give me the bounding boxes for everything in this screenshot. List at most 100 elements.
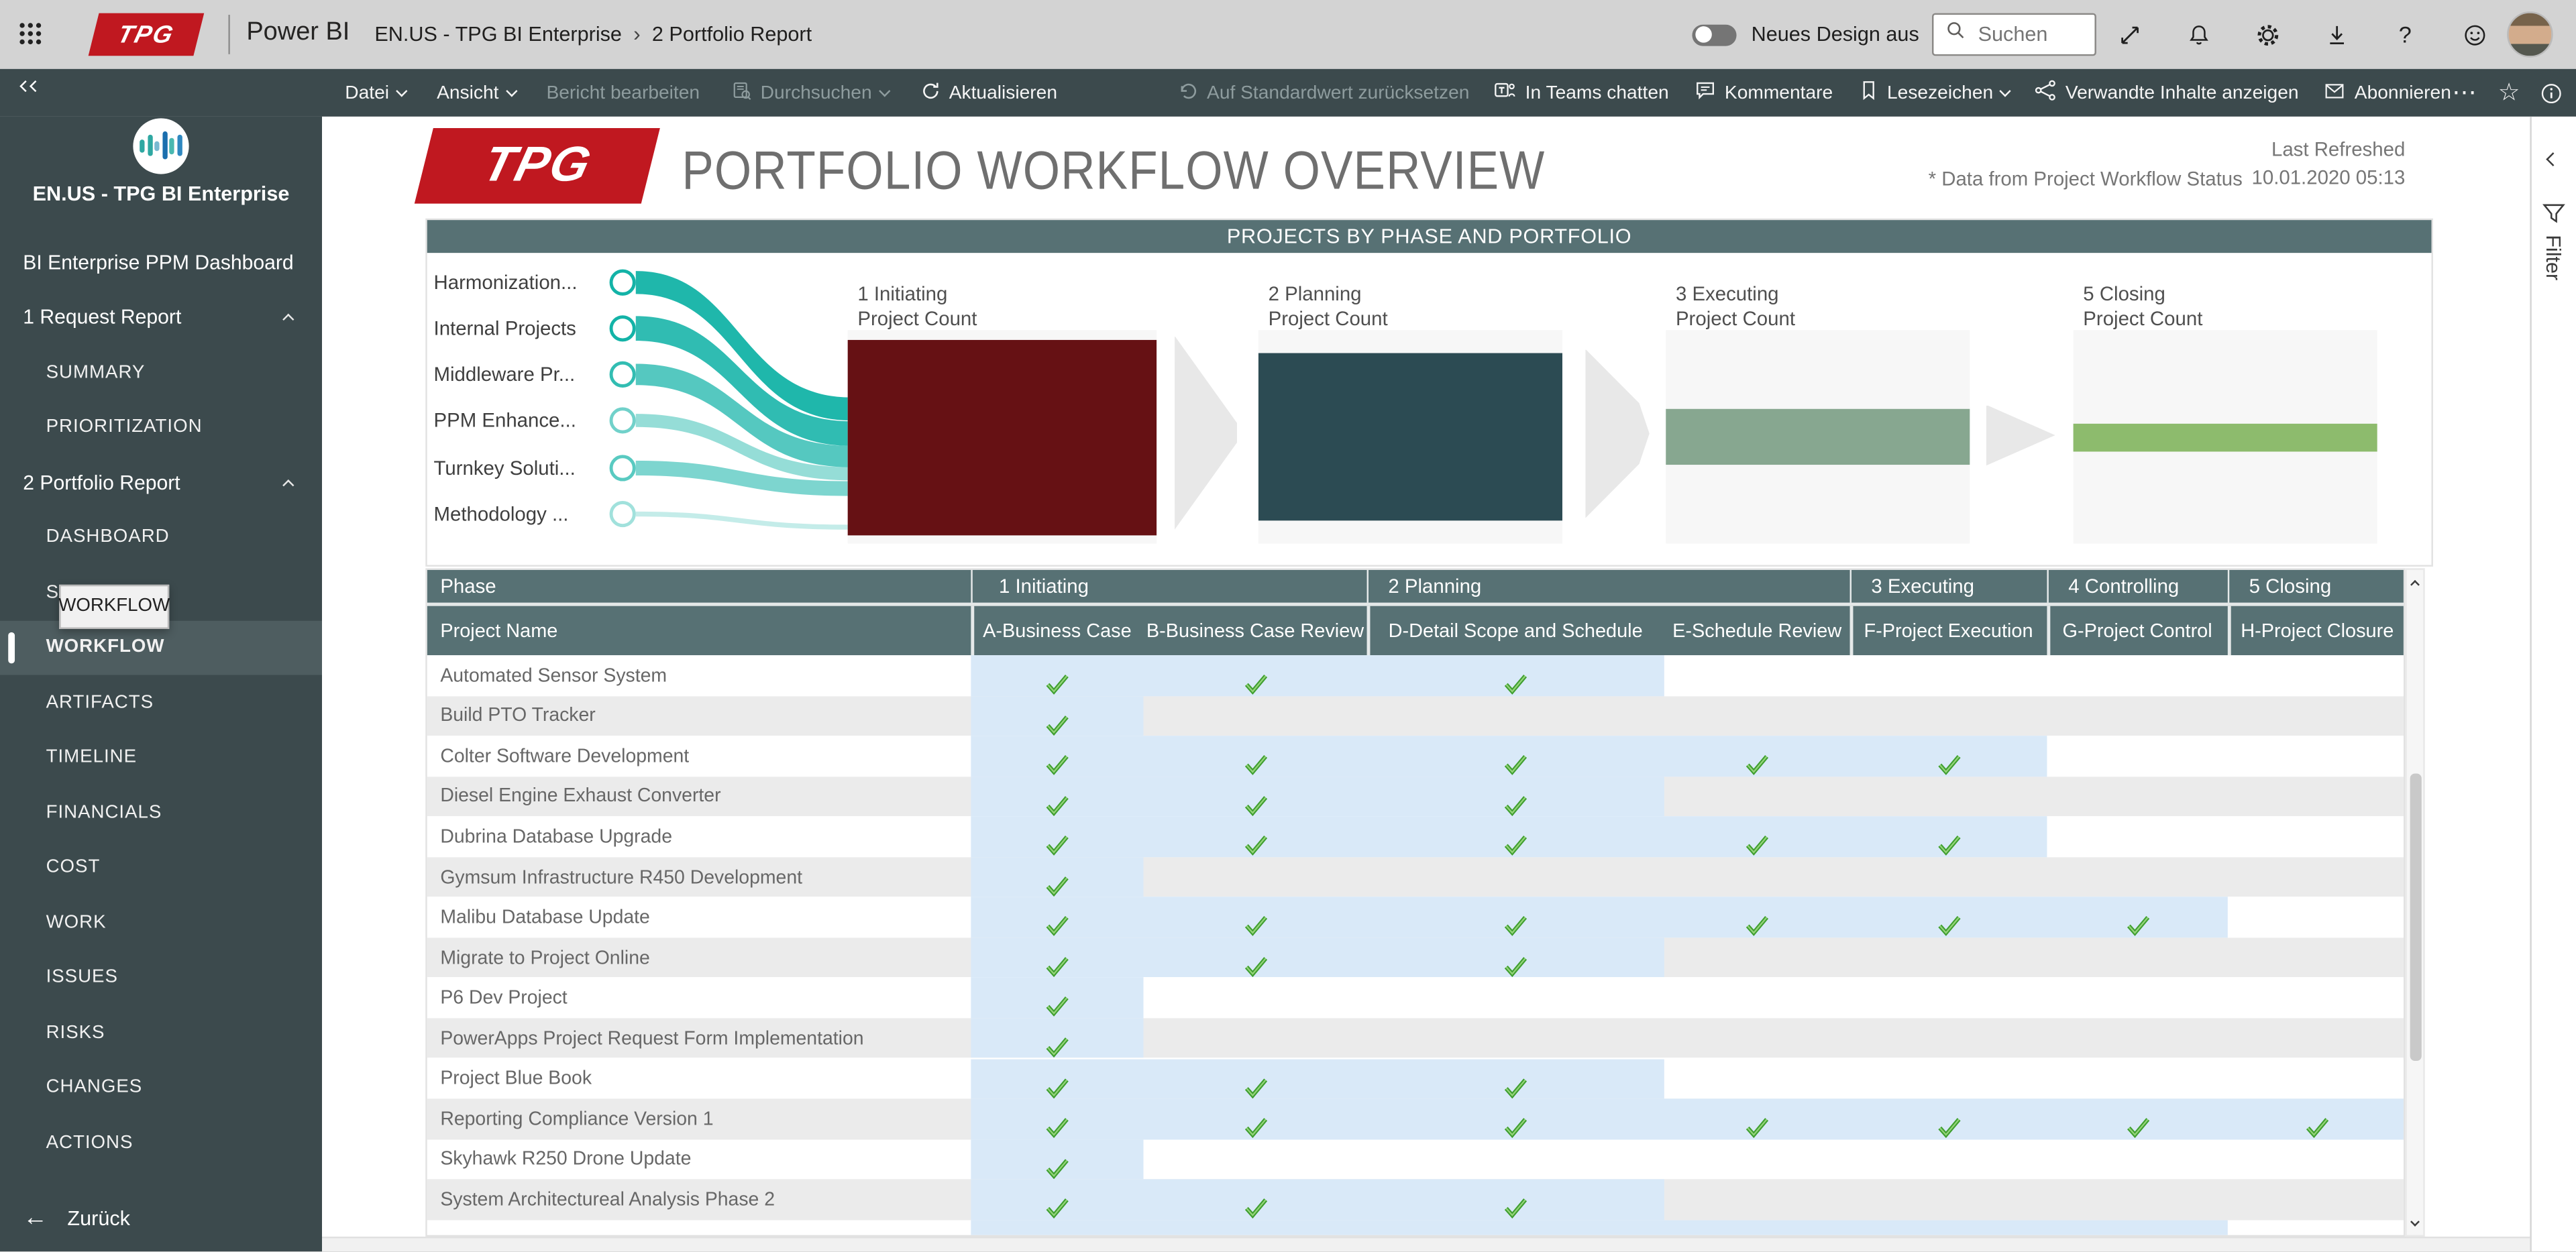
funnel-category-label[interactable]: Methodology ... xyxy=(434,500,618,526)
workspace-name[interactable]: EN.US - TPG BI Enterprise xyxy=(0,182,322,205)
tpg-brand-logo[interactable]: TPG xyxy=(88,13,205,56)
toolbar-subscribe-button[interactable]: Abonnieren xyxy=(2323,80,2451,106)
new-design-toggle[interactable] xyxy=(1692,23,1737,46)
feedback-icon[interactable] xyxy=(2461,21,2487,48)
project-name-cell[interactable]: System Architectureal Analysis Phase 2 xyxy=(440,1180,775,1220)
workflow-step-header[interactable]: B-Business Case Review xyxy=(1143,605,1366,655)
project-name-cell[interactable]: Build PTO Tracker xyxy=(440,695,595,736)
table-row[interactable]: Reporting Compliance Version 1 xyxy=(427,1098,2404,1139)
sidebar-item-workflow[interactable]: WORKFLOW xyxy=(0,620,323,675)
sidebar-item-2-portfolio-report[interactable]: 2 Portfolio Report xyxy=(0,455,322,510)
toolbar-comments-button[interactable]: Kommentare xyxy=(1693,79,1833,107)
toolbar-bookmarks-button[interactable]: Lesezeichen xyxy=(1858,79,2012,107)
toolbar-file-button[interactable]: Datei xyxy=(345,83,408,103)
toolbar-related-content-button[interactable]: Verwandte Inhalte anzeigen xyxy=(2034,79,2299,107)
sidebar-item-prioritization[interactable]: PRIORITIZATION xyxy=(0,400,322,455)
download-icon[interactable] xyxy=(2323,21,2349,48)
sidebar-item-issues[interactable]: ISSUES xyxy=(0,950,322,1005)
matrix-scrollbar[interactable] xyxy=(2405,568,2425,1237)
toolbar-teams-chat-button[interactable]: In Teams chatten xyxy=(1494,79,1669,107)
table-row[interactable]: Diesel Engine Exhaust Converter xyxy=(427,776,2404,817)
sidebar-item-bi-enterprise-ppm-dashboard[interactable]: BI Enterprise PPM Dashboard xyxy=(0,235,322,290)
sidebar-item-cost[interactable]: COST xyxy=(0,840,322,895)
workflow-matrix-visual[interactable]: Phase 1 Initiating 2 Planning 3 Executing 4 … xyxy=(425,568,2406,1237)
table-row[interactable]: Gymsum Infrastructure R450 Development xyxy=(427,856,2404,897)
workspace-logo[interactable] xyxy=(133,117,189,174)
funnel-category-label[interactable]: PPM Enhance... xyxy=(434,406,618,433)
workflow-step-header[interactable]: F-Project Execution xyxy=(1850,605,2047,655)
phase-group-header[interactable]: 1 Initiating xyxy=(971,569,1366,603)
sidebar-item-1-request-report[interactable]: 1 Request Report xyxy=(0,290,322,345)
funnel-stage-bar[interactable] xyxy=(847,339,1157,535)
breadcrumb-report[interactable]: 2 Portfolio Report xyxy=(652,22,812,45)
project-name-header[interactable]: Project Name xyxy=(427,605,971,655)
funnel-category-label[interactable]: Middleware Pr... xyxy=(434,361,618,387)
horizontal-scroll-track[interactable] xyxy=(322,1237,2530,1252)
sidebar-item-timeline[interactable]: TIMELINE xyxy=(0,730,322,785)
funnel-category-label[interactable]: Harmonization... xyxy=(434,268,618,294)
search-box[interactable] xyxy=(1932,12,2096,56)
scroll-up-icon[interactable] xyxy=(2407,571,2423,593)
workflow-step-header[interactable]: A-Business Case xyxy=(971,605,1143,655)
sidebar-item-summary[interactable]: SUMMARY xyxy=(0,345,322,400)
workflow-step-header[interactable]: H-Project Closure xyxy=(2228,605,2404,655)
table-row[interactable]: Migrate to Project Online xyxy=(427,937,2404,978)
table-row[interactable]: PowerApps Project Request Form Implement… xyxy=(427,1018,2404,1059)
sidebar-item-risks[interactable]: RISKS xyxy=(0,1005,322,1060)
collapse-sidebar-icon[interactable] xyxy=(19,80,42,93)
search-input[interactable] xyxy=(1974,20,2074,47)
workflow-step-header[interactable]: E-Schedule Review xyxy=(1664,605,1850,655)
project-name-cell[interactable]: Diesel Engine Exhaust Converter xyxy=(440,776,720,816)
back-button[interactable]: ← Zurück xyxy=(23,1204,130,1232)
toolbar-more-icon[interactable]: ⋯ xyxy=(2452,80,2478,105)
sidebar-item-work[interactable]: WORK xyxy=(0,895,322,950)
scrollbar-thumb[interactable] xyxy=(2409,773,2421,1062)
help-icon[interactable]: ? xyxy=(2392,21,2418,48)
project-name-cell[interactable]: Colter Software Development xyxy=(440,736,689,776)
breadcrumb-workspace[interactable]: EN.US - TPG BI Enterprise xyxy=(374,22,622,45)
table-row[interactable]: Skyhawk R250 Drone Update xyxy=(427,1139,2404,1180)
waffle-menu-icon[interactable] xyxy=(19,23,42,46)
phase-group-header[interactable]: 5 Closing xyxy=(2227,569,2404,603)
table-row[interactable]: Project Blue Book xyxy=(427,1058,2404,1099)
table-row[interactable]: System Architectureal Analysis Phase 2 xyxy=(427,1179,2404,1220)
toolbar-view-button[interactable]: Ansicht xyxy=(437,83,517,103)
funnel-stage-bar[interactable] xyxy=(1258,353,1562,521)
project-name-cell[interactable]: Automated Sensor System xyxy=(440,655,667,695)
filter-funnel-icon[interactable] xyxy=(2542,202,2567,235)
expand-filter-icon[interactable] xyxy=(2546,143,2561,172)
project-name-cell[interactable]: Reporting Compliance Version 1 xyxy=(440,1098,713,1139)
funnel-category-label[interactable]: Internal Projects xyxy=(434,315,618,341)
workflow-step-header[interactable]: D-Detail Scope and Schedule xyxy=(1367,605,1664,655)
table-row[interactable]: Malibu Database Update xyxy=(427,897,2404,937)
project-name-cell[interactable]: Migrate to Project Online xyxy=(440,937,649,978)
sidebar-item-financials[interactable]: FINANCIALS xyxy=(0,785,322,840)
sidebar-item-changes[interactable]: CHANGES xyxy=(0,1060,322,1115)
table-row[interactable]: Colter Software Development xyxy=(427,736,2404,777)
project-name-cell[interactable]: Dubrina Database Upgrade xyxy=(440,817,672,857)
user-avatar[interactable] xyxy=(2507,11,2553,58)
project-name-cell[interactable]: Malibu Database Update xyxy=(440,897,650,937)
settings-icon[interactable] xyxy=(2254,21,2280,48)
project-name-cell[interactable]: Skyhawk R250 Drone Update xyxy=(440,1139,691,1180)
funnel-visual[interactable]: PROJECTS BY PHASE AND PORTFOLIO Harmoniz… xyxy=(425,218,2433,567)
funnel-stage-bar[interactable] xyxy=(1666,408,1970,465)
table-row[interactable]: Dubrina Database Upgrade xyxy=(427,816,2404,857)
toolbar-refresh-button[interactable]: Aktualisieren xyxy=(920,80,1057,106)
notifications-icon[interactable] xyxy=(2185,21,2211,48)
funnel-stage-bar[interactable] xyxy=(2073,422,2377,451)
phase-group-header[interactable]: 2 Planning xyxy=(1366,569,1850,603)
table-row[interactable] xyxy=(427,1219,2404,1235)
table-row[interactable]: Build PTO Tracker xyxy=(427,695,2404,736)
sidebar-item-artifacts[interactable]: ARTIFACTS xyxy=(0,675,322,730)
project-name-cell[interactable]: PowerApps Project Request Form Implement… xyxy=(440,1018,863,1058)
sidebar-item-dashboard[interactable]: DASHBOARD xyxy=(0,510,322,565)
toolbar-favorite-icon[interactable]: ☆ xyxy=(2498,80,2520,105)
workflow-step-header[interactable]: G-Project Control xyxy=(2047,605,2227,655)
scroll-down-icon[interactable] xyxy=(2407,1212,2423,1233)
sidebar-item-actions[interactable]: ACTIONS xyxy=(0,1115,322,1170)
filter-panel-label[interactable]: Filter xyxy=(2542,235,2565,280)
phase-group-header[interactable]: 4 Controlling xyxy=(2047,569,2227,603)
toolbar-info-icon[interactable] xyxy=(2540,81,2563,104)
project-name-cell[interactable]: P6 Dev Project xyxy=(440,978,567,1018)
